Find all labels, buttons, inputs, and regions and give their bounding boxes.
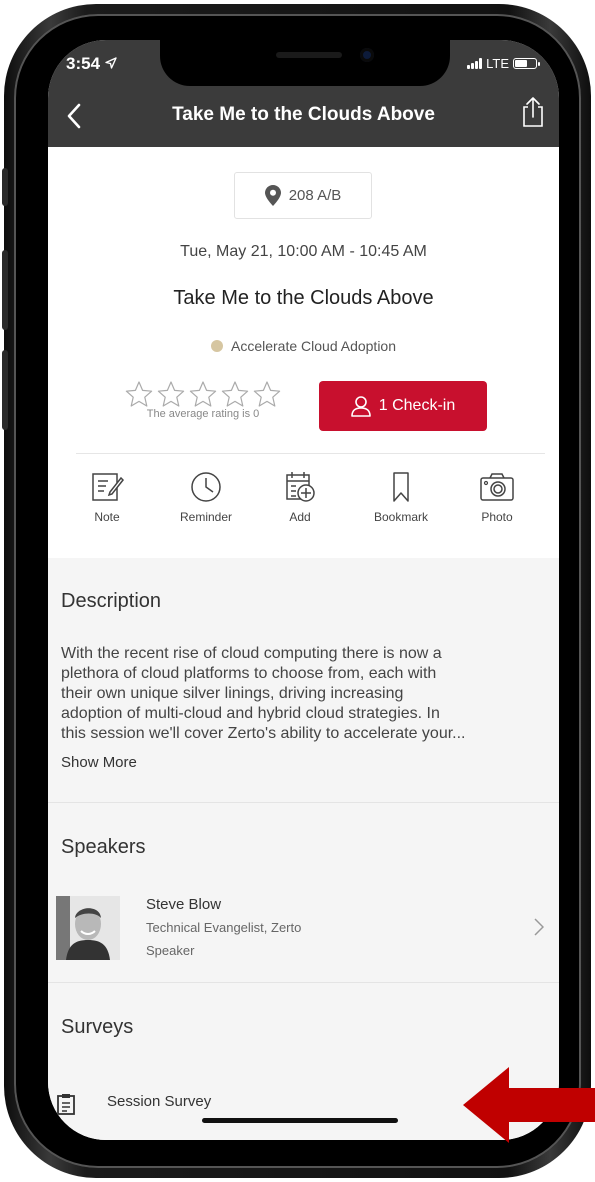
- surveys-heading: Surveys: [61, 1016, 134, 1038]
- survey-label: Session Survey: [107, 1093, 212, 1110]
- clipboard-icon: [57, 1094, 75, 1115]
- note-icon: [92, 473, 124, 501]
- description-line: plethora of cloud platforms to choose fr…: [61, 665, 437, 682]
- chevron-right-icon: [534, 918, 544, 936]
- app-screen: 3:54 LTE Take Me to the Clouds Above 208…: [48, 40, 559, 1140]
- signal-icon: [467, 58, 483, 69]
- star-icon[interactable]: [220, 380, 250, 408]
- divider: [48, 802, 559, 803]
- session-track[interactable]: Accelerate Cloud Adoption: [48, 338, 559, 354]
- camera-icon: [480, 473, 514, 501]
- share-icon[interactable]: [521, 96, 545, 128]
- calendar-add-icon: [286, 472, 315, 502]
- session-datetime: Tue, May 21, 10:00 AM - 10:45 AM: [180, 243, 427, 260]
- session-title: Take Me to the Clouds Above: [173, 287, 434, 309]
- description-text: With the recent rise of cloud computing …: [61, 644, 551, 744]
- volume-up-button: [2, 250, 8, 330]
- speaker-photo: [56, 896, 120, 960]
- front-camera: [360, 48, 374, 62]
- add-action[interactable]: Add: [255, 470, 345, 524]
- checkin-label: 1 Check-in: [378, 397, 456, 414]
- location-badge[interactable]: 208 A/B: [234, 172, 372, 219]
- status-indicators: LTE: [467, 56, 540, 71]
- star-icon[interactable]: [188, 380, 218, 408]
- checkin-button[interactable]: 1 Check-in: [319, 381, 487, 431]
- map-pin-icon: [264, 185, 281, 206]
- speakers-heading: Speakers: [61, 836, 146, 858]
- annotation-arrow-icon: [463, 1067, 595, 1143]
- speaker-role: Technical Evangelist, Zerto: [146, 920, 302, 935]
- rating-stars[interactable]: [118, 380, 288, 408]
- notch: [160, 40, 450, 86]
- location-arrow-icon: [105, 57, 117, 69]
- rating-widget[interactable]: The average rating is 0: [118, 380, 288, 420]
- divider: [48, 982, 559, 983]
- reminder-label: Reminder: [179, 510, 233, 524]
- bookmark-icon: [393, 472, 409, 502]
- divider: [76, 453, 545, 454]
- reminder-action[interactable]: Reminder: [161, 470, 251, 524]
- add-label: Add: [289, 510, 311, 524]
- battery-icon: [513, 58, 540, 69]
- nav-title: Take Me to the Clouds Above: [172, 104, 435, 125]
- star-icon[interactable]: [124, 380, 154, 408]
- speaker-type: Speaker: [146, 943, 195, 958]
- volume-down-button: [2, 350, 8, 430]
- note-action[interactable]: Note: [62, 470, 152, 524]
- description-line: adoption of multi-cloud and hybrid cloud…: [61, 705, 440, 722]
- clock-icon: [191, 472, 221, 502]
- mute-switch: [2, 168, 8, 206]
- star-icon[interactable]: [252, 380, 282, 408]
- status-time: 3:54: [66, 54, 117, 74]
- home-indicator[interactable]: [202, 1118, 398, 1123]
- bookmark-action[interactable]: Bookmark: [356, 470, 446, 524]
- track-label: Accelerate Cloud Adoption: [231, 338, 396, 354]
- star-icon[interactable]: [156, 380, 186, 408]
- speaker-name: Steve Blow: [146, 896, 222, 913]
- person-icon: [350, 396, 371, 417]
- rating-text: The average rating is 0: [146, 408, 260, 420]
- speaker-avatar[interactable]: [56, 896, 120, 960]
- bookmark-label: Bookmark: [373, 510, 429, 524]
- location-text: 208 A/B: [288, 187, 342, 204]
- description-line: With the recent rise of cloud computing …: [61, 645, 442, 662]
- action-bar: Note Reminder Add Bookmark Photo: [48, 470, 559, 542]
- speaker-grille: [276, 52, 342, 58]
- track-color-dot: [211, 340, 223, 352]
- photo-action[interactable]: Photo: [452, 470, 542, 524]
- description-line: their own unique silver linings, driving…: [61, 685, 404, 702]
- network-type: LTE: [486, 56, 509, 71]
- show-more-link[interactable]: Show More: [61, 754, 137, 771]
- photo-label: Photo: [481, 510, 513, 524]
- description-line: this session we'll cover Zerto's ability…: [61, 725, 466, 742]
- note-label: Note: [94, 510, 120, 524]
- description-heading: Description: [61, 590, 162, 612]
- status-time-text: 3:54: [66, 54, 101, 73]
